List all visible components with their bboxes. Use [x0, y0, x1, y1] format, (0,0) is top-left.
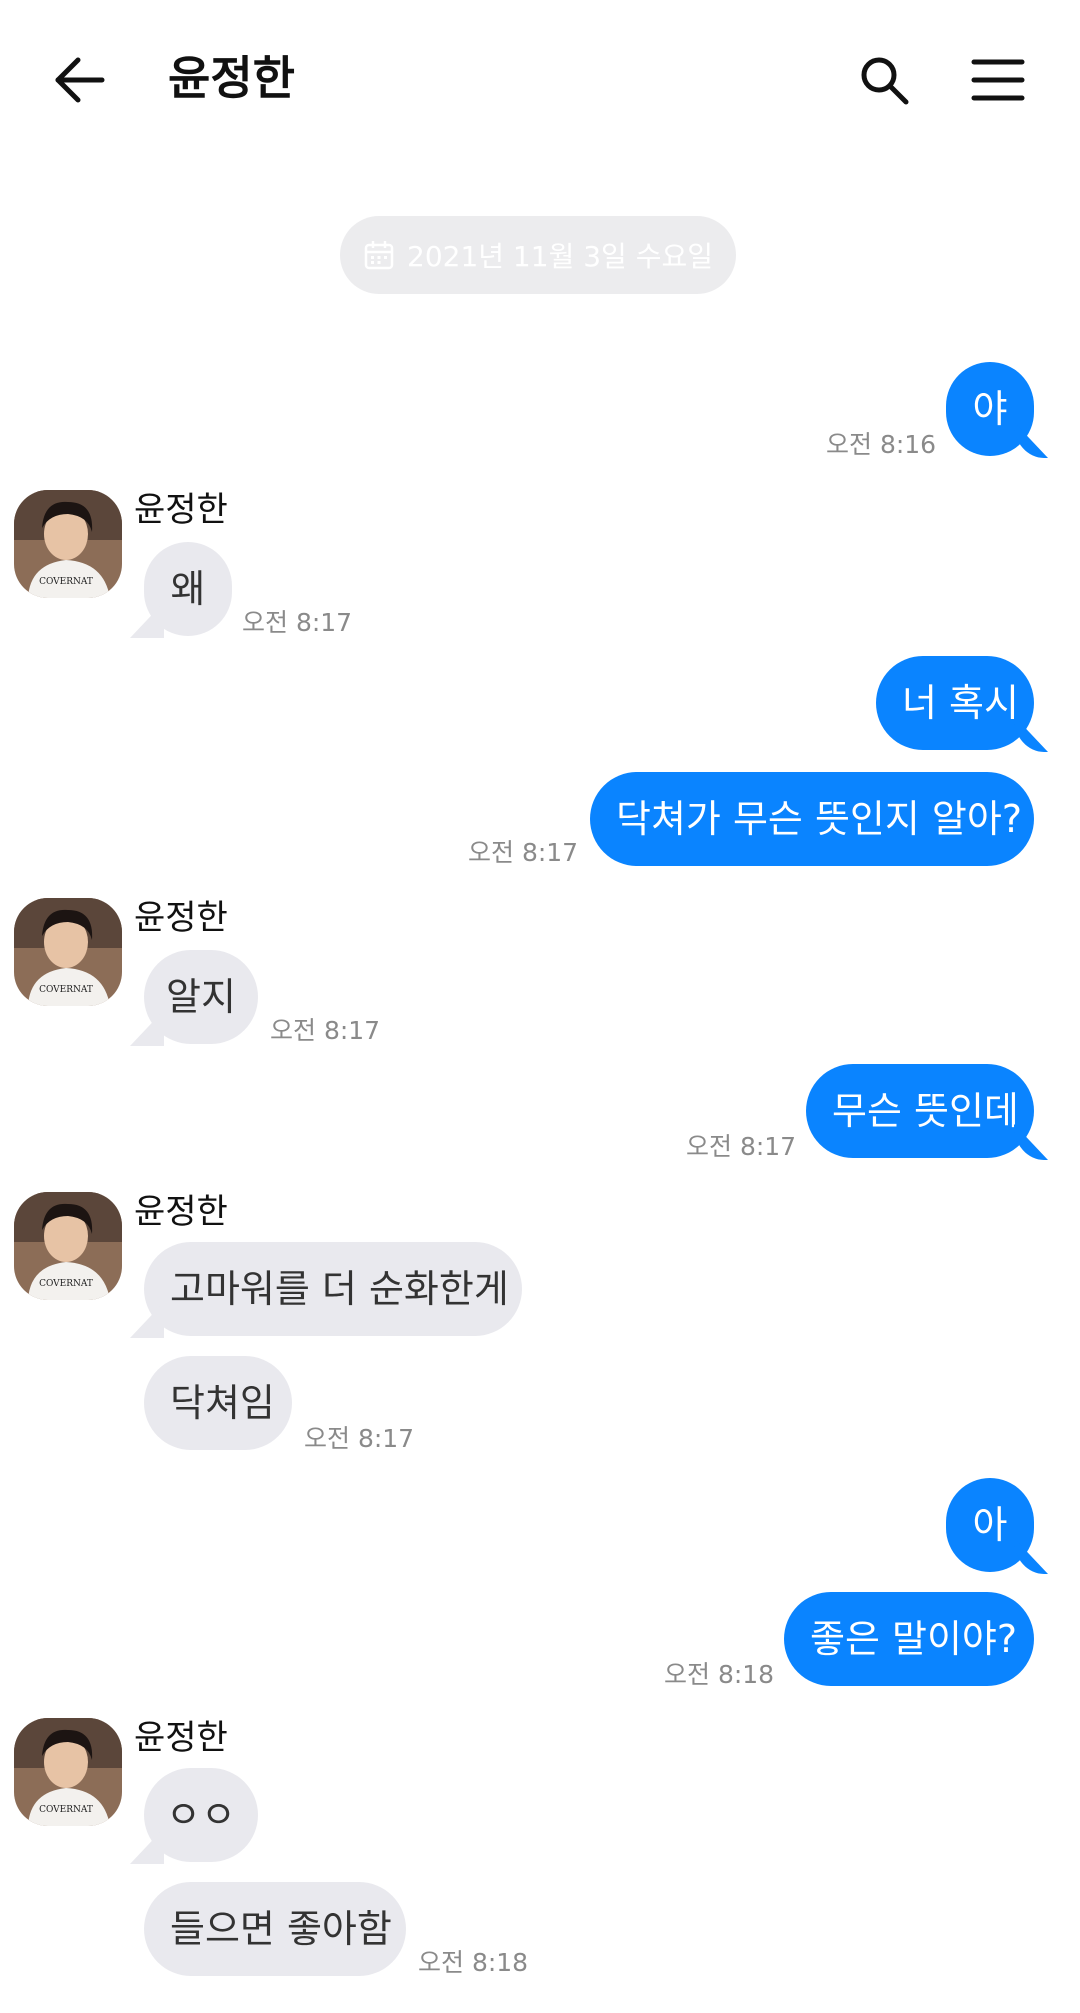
- message-time: 오전 8:17: [304, 1424, 415, 1453]
- incoming-message[interactable]: 알지: [144, 950, 258, 1044]
- incoming-message[interactable]: 고마워를 더 순화한게: [144, 1242, 522, 1336]
- sender-name: 윤정한: [134, 898, 228, 938]
- incoming-message[interactable]: ㅇㅇ: [144, 1768, 258, 1862]
- avatar[interactable]: COVERNAT: [14, 1718, 122, 1826]
- message-time: 오전 8:17: [468, 838, 579, 867]
- svg-text:COVERNAT: COVERNAT: [39, 985, 93, 995]
- incoming-message[interactable]: 닥쳐임: [144, 1356, 292, 1450]
- calendar-icon: [364, 241, 394, 270]
- chat-title: 윤정한: [168, 51, 295, 105]
- outgoing-message[interactable]: 닥쳐가 무슨 뜻인지 알아?: [590, 772, 1034, 866]
- svg-text:COVERNAT: COVERNAT: [39, 577, 93, 587]
- chat-header: 윤정한: [0, 0, 1080, 160]
- sender-name: 윤정한: [134, 490, 228, 530]
- message-time: 오전 8:16: [826, 430, 937, 459]
- avatar[interactable]: COVERNAT: [14, 898, 122, 1006]
- message-time: 오전 8:18: [418, 1948, 529, 1977]
- outgoing-message[interactable]: 너 혹시: [876, 656, 1034, 750]
- sender-name: 윤정한: [134, 1718, 228, 1758]
- outgoing-message[interactable]: 좋은 말이야?: [784, 1592, 1034, 1686]
- message-time: 오전 8:18: [664, 1660, 775, 1689]
- incoming-message[interactable]: 들으면 좋아함: [144, 1882, 406, 1976]
- menu-icon[interactable]: [970, 52, 1026, 108]
- outgoing-message[interactable]: 야: [946, 362, 1034, 456]
- message-time: 오전 8:17: [686, 1132, 797, 1161]
- date-divider: 2021년 11월 3일 수요일: [340, 216, 736, 294]
- avatar[interactable]: COVERNAT: [14, 490, 122, 598]
- outgoing-message[interactable]: 무슨 뜻인데: [806, 1064, 1034, 1158]
- message-time: 오전 8:17: [242, 608, 353, 637]
- message-time: 오전 8:17: [270, 1016, 381, 1045]
- search-icon[interactable]: [856, 52, 912, 108]
- outgoing-message[interactable]: 아: [946, 1478, 1034, 1572]
- avatar[interactable]: COVERNAT: [14, 1192, 122, 1300]
- sender-name: 윤정한: [134, 1192, 228, 1232]
- svg-text:COVERNAT: COVERNAT: [39, 1805, 93, 1815]
- back-arrow-icon[interactable]: [52, 52, 108, 108]
- incoming-message[interactable]: 왜: [144, 542, 232, 636]
- svg-text:COVERNAT: COVERNAT: [39, 1279, 93, 1289]
- date-label: 2021년 11월 3일 수요일: [407, 240, 713, 273]
